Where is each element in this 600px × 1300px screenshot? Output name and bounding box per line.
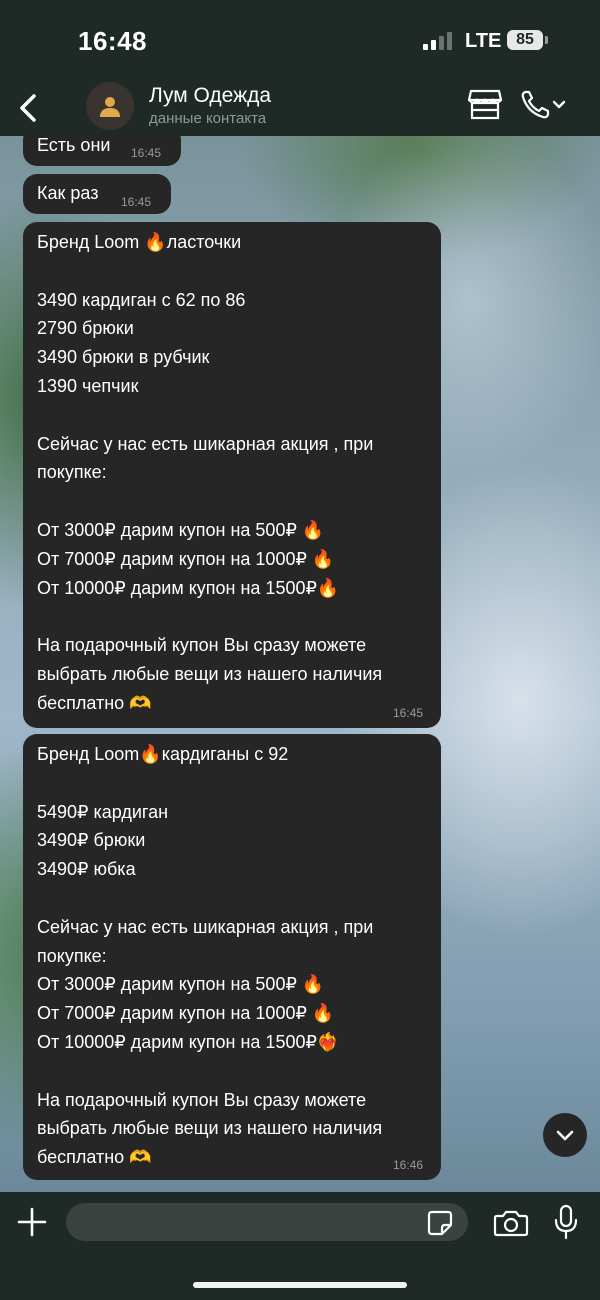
phone-icon xyxy=(521,90,566,119)
message-time: 16:45 xyxy=(131,146,162,160)
message-time: 16:46 xyxy=(393,1158,424,1172)
network-type: LTE xyxy=(465,30,502,52)
microphone-button[interactable] xyxy=(553,1204,579,1245)
message-text: Как раз xyxy=(37,183,99,203)
sticker-icon xyxy=(427,1210,453,1236)
message-text: Есть они xyxy=(37,136,111,155)
storefront-icon[interactable] xyxy=(467,88,503,125)
avatar[interactable] xyxy=(86,82,134,130)
person-icon xyxy=(100,97,120,117)
message-text: Бренд Loom🔥кардиганы с 92 5490₽ кардиган… xyxy=(37,744,383,1168)
message-time: 16:45 xyxy=(393,706,424,720)
message-composer xyxy=(0,1192,600,1300)
contact-info-link[interactable]: данные контакта xyxy=(149,110,266,127)
message-time: 16:45 xyxy=(121,195,152,209)
message-bubble[interactable]: Бренд Loom 🔥ласточки 3490 кардиган с 62 … xyxy=(23,222,441,728)
signal-strength-icon xyxy=(423,32,453,50)
chat-header: Лум Одежда данные контакта xyxy=(0,80,600,136)
message-bubble[interactable]: Есть они 16:45 xyxy=(23,136,181,166)
camera-icon xyxy=(493,1210,529,1237)
sticker-button[interactable] xyxy=(426,1209,454,1242)
home-indicator[interactable] xyxy=(193,1282,407,1288)
message-text: Бренд Loom 🔥ласточки 3490 кардиган с 62 … xyxy=(37,232,383,713)
message-bubble[interactable]: Бренд Loom🔥кардиганы с 92 5490₽ кардиган… xyxy=(23,734,441,1180)
chevron-left-icon xyxy=(20,94,36,122)
back-button[interactable] xyxy=(14,88,44,128)
attach-plus-button[interactable] xyxy=(16,1206,48,1243)
status-bar: 16:48 LTE 85 xyxy=(0,0,600,80)
message-bubble[interactable]: Как раз 16:45 xyxy=(23,174,171,214)
plus-icon xyxy=(17,1207,47,1237)
status-time: 16:48 xyxy=(78,26,147,56)
camera-button[interactable] xyxy=(493,1209,529,1242)
message-input[interactable] xyxy=(66,1203,468,1241)
phone-call-button[interactable] xyxy=(520,88,570,127)
microphone-icon xyxy=(554,1204,578,1240)
scroll-to-bottom-button[interactable] xyxy=(543,1113,587,1157)
battery-icon: 85 xyxy=(507,30,543,50)
contact-name[interactable]: Лум Одежда xyxy=(149,84,271,108)
chat-messages[interactable]: Есть они 16:45 Как раз 16:45 Бренд Loom … xyxy=(0,136,600,1192)
chevron-down-icon xyxy=(556,1130,574,1141)
battery-tip xyxy=(545,36,548,44)
